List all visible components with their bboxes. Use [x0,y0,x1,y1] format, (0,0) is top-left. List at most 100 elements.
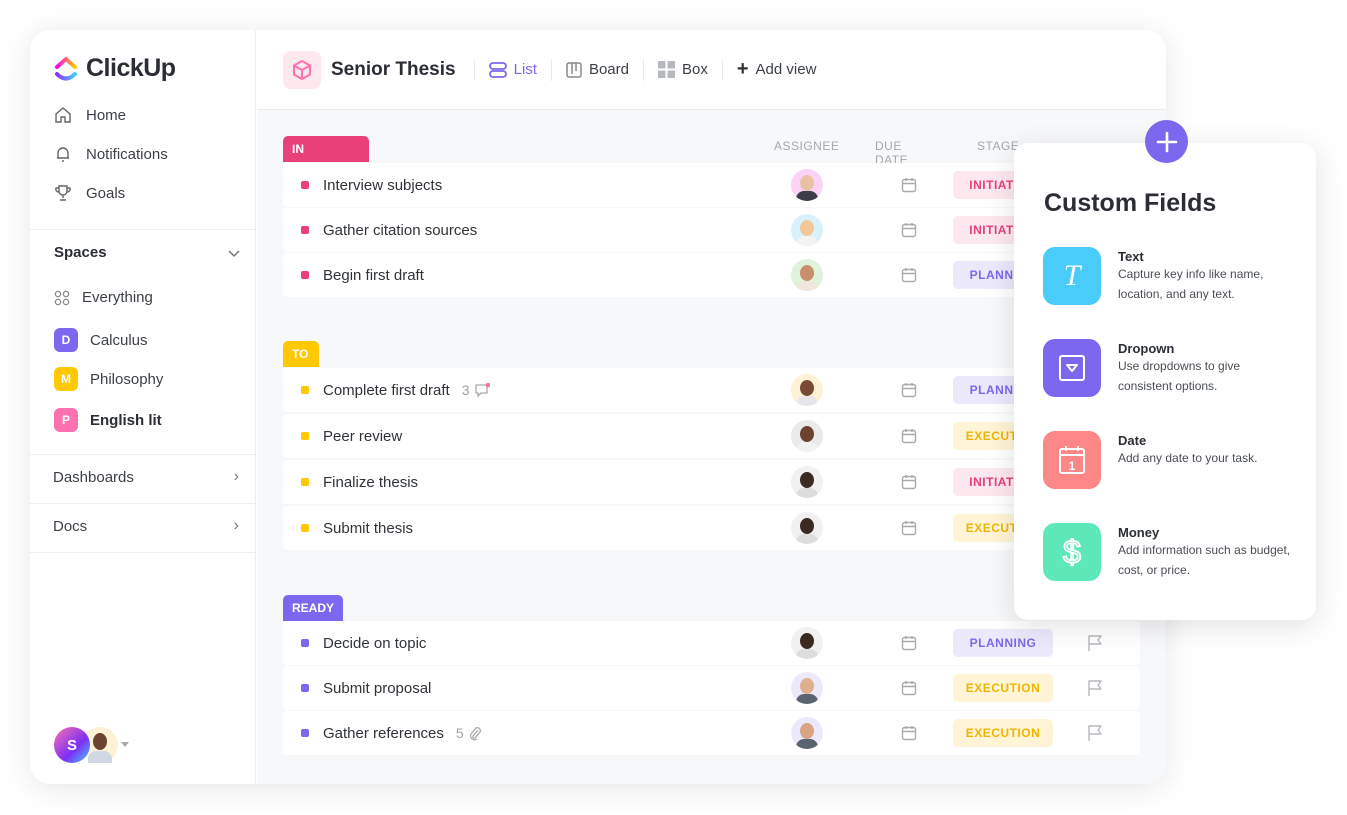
task-name[interactable]: Gather references [323,725,444,742]
task-meta[interactable]: 5 [456,725,482,741]
calendar-icon[interactable] [901,680,917,696]
task-meta[interactable]: 3 [462,382,490,398]
tab-label: Box [681,61,708,78]
space-avatar: M [54,367,78,391]
task-row[interactable]: Finalize thesis INITIATION [283,460,1140,504]
group-label[interactable]: IN PROGRESS [283,136,370,182]
stage-badge[interactable]: PLANNING [953,629,1053,657]
assignee-avatar[interactable] [791,717,823,749]
paperclip-icon [469,727,481,741]
nav-label: Goals [86,184,126,202]
stage-badge[interactable]: EXECUTION [953,719,1053,747]
task-row[interactable]: Decide on topic PLANNING [283,621,1140,665]
space-philosophy[interactable]: M Philosophy [54,367,163,391]
flag-icon[interactable] [1086,724,1104,742]
calendar-icon[interactable] [901,520,917,536]
task-name[interactable]: Decide on topic [323,635,426,652]
assignee-avatar[interactable] [791,627,823,659]
custom-field-money[interactable]: $ Money Add information such as budget, co… [1043,523,1293,581]
custom-field-text[interactable]: T Text Capture key info like name, locatio… [1043,247,1293,305]
panel-title: Custom Fields [1044,189,1217,217]
calendar-icon[interactable] [901,222,917,238]
space-calculus[interactable]: D Calculus [54,328,148,352]
project-icon [283,50,321,89]
page-title: Senior Thesis [331,58,456,80]
comment-icon [474,382,490,398]
status-dot [301,226,309,234]
custom-field-dropown[interactable]: Dropown Use dropdowns to give consistent … [1043,339,1293,397]
logo[interactable]: ClickUp [54,54,176,83]
flag-icon[interactable] [1086,679,1104,697]
task-name[interactable]: Submit proposal [323,680,431,697]
calendar-icon[interactable] [901,428,917,444]
chevron-down-icon[interactable] [228,250,240,258]
task-row[interactable]: Complete first draft 3 PLANNING [283,368,1140,412]
assignee-avatar[interactable] [791,420,823,452]
group-label[interactable]: TO DO [283,341,319,387]
field-name: Text [1118,249,1144,264]
column-assignee[interactable]: ASSIGNEE [774,139,839,153]
calendar-icon[interactable] [901,725,917,741]
task-name[interactable]: Begin first draft [323,267,424,284]
tab-box[interactable]: Box [642,58,722,81]
task-name[interactable]: Finalize thesis [323,474,418,491]
nav-home[interactable]: Home [54,106,126,124]
space-avatar: D [54,328,78,352]
group-label[interactable]: READY [283,595,344,621]
column-stage[interactable]: STAGE [977,139,1019,153]
calendar-icon[interactable] [901,382,917,398]
assignee-avatar[interactable] [791,169,823,201]
space-english-lit[interactable]: P English lit [54,408,162,432]
task-name[interactable]: Gather citation sources [323,222,477,239]
calendar-icon[interactable] [901,474,917,490]
assignee-avatar[interactable] [791,672,823,704]
assignee-avatar[interactable] [791,214,823,246]
task-row[interactable]: Peer review EXECUTION [283,414,1140,458]
calendar-icon: 1 [1043,431,1101,489]
calendar-icon[interactable] [901,635,917,651]
task-name[interactable]: Peer review [323,428,402,445]
sidebar: ClickUp Home Notifications Goals Spaces … [30,30,256,784]
caret-down-icon[interactable] [121,742,129,747]
tab-list[interactable]: List [473,58,551,81]
space-label: Philosophy [90,370,164,388]
task-row[interactable]: Begin first draft PLANNING [283,253,1140,297]
field-description: Add information such as budget, cost, or… [1118,543,1291,577]
dashboards-label: Dashboards [53,469,134,486]
list-icon [488,61,507,78]
task-name[interactable]: Submit thesis [323,520,413,537]
stage-badge[interactable]: EXECUTION [953,674,1053,702]
chevron-right-icon: › [233,517,239,534]
space-label: Calculus [90,331,148,349]
flag-icon[interactable] [1086,634,1104,652]
spaces-header[interactable]: Spaces [54,244,107,261]
task-row[interactable]: Submit thesis EXECUTION [283,506,1140,550]
calendar-icon[interactable] [901,177,917,193]
assignee-avatar[interactable] [791,374,823,406]
task-row[interactable]: Interview subjects INITIATION [283,163,1140,207]
task-row[interactable]: Gather references 5 EXECUTION [283,711,1140,755]
field-name: Dropown [1118,341,1175,356]
calendar-icon[interactable] [901,267,917,283]
assignee-avatar[interactable] [791,466,823,498]
assignee-avatar[interactable] [791,259,823,291]
nav-docs[interactable]: Docs [53,518,87,535]
trophy-icon [55,185,71,201]
nav-notifications[interactable]: Notifications [54,145,168,163]
task-name[interactable]: Complete first draft [323,382,450,399]
task-row[interactable]: Gather citation sources INITIATION [283,208,1140,252]
task-row[interactable]: Submit proposal EXECUTION [283,666,1140,710]
space-everything[interactable]: Everything [54,289,153,306]
task-name[interactable]: Interview subjects [323,177,442,194]
add-custom-field-button[interactable] [1145,120,1188,163]
tab-board[interactable]: Board [550,58,643,81]
dropdown-icon [1043,339,1101,397]
nav-goals[interactable]: Goals [54,184,125,202]
brand-name: ClickUp [86,54,176,82]
nav-dashboards[interactable]: Dashboards [53,469,134,486]
assignee-avatar[interactable] [791,512,823,544]
clickup-logo-icon [55,55,77,80]
add-view-button[interactable]: + Add view [721,58,831,81]
custom-field-date[interactable]: 1 Date Add any date to your task. [1043,431,1293,489]
user-avatar[interactable]: S [54,727,90,763]
